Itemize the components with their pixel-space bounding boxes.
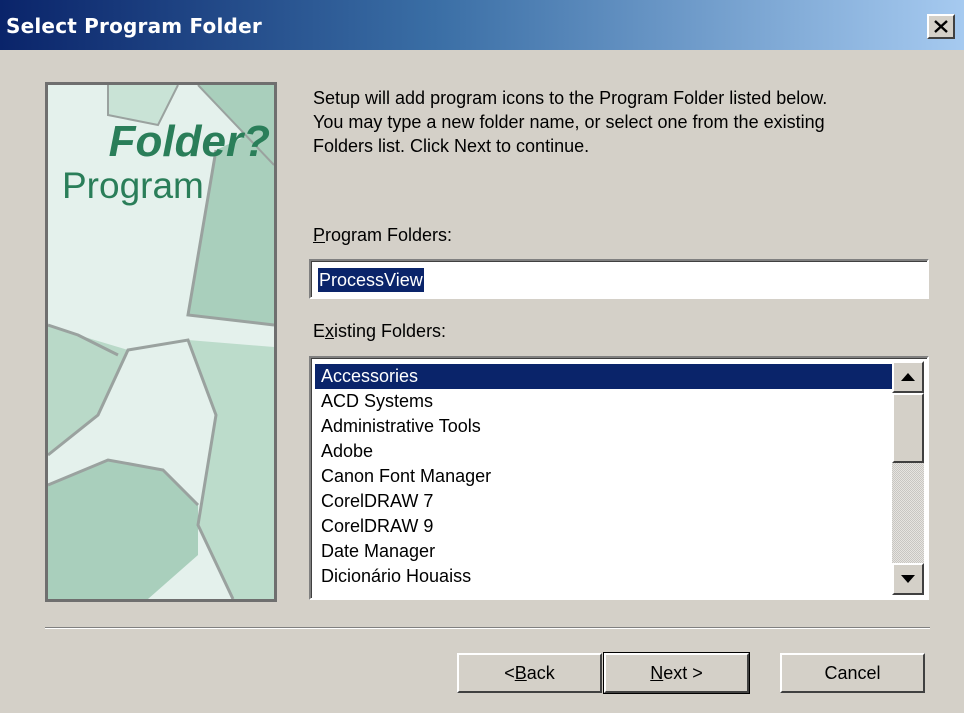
banner-word-program: Program <box>62 165 204 206</box>
setup-dialog: Select Program Folder Folder? Program Se <box>0 0 964 713</box>
list-item-coreldraw-7[interactable]: CorelDRAW 7 <box>315 489 896 514</box>
scroll-down-button[interactable] <box>892 563 924 595</box>
list-item-accessories[interactable]: Accessories <box>315 364 896 389</box>
back-button-prefix: < <box>504 662 515 683</box>
instructions-text: Setup will add program icons to the Prog… <box>313 86 933 158</box>
existing-folders-label-first: E <box>313 321 326 341</box>
list-item-dicionario-houaiss[interactable]: Dicionário Houaiss <box>315 564 896 589</box>
list-item-adobe[interactable]: Adobe <box>315 439 896 464</box>
program-folders-label: Program Folders: <box>313 225 452 246</box>
arrow-down-icon <box>901 575 915 583</box>
existing-folders-label-mnemonic: x <box>325 321 335 341</box>
back-button-label: ack <box>526 662 555 683</box>
instructions-line: Folders list. Click Next to continue. <box>313 136 590 156</box>
instructions-line: Setup will add program icons to the Prog… <box>313 88 828 108</box>
folder-list-items: Accessories ACD Systems Administrative T… <box>315 364 896 589</box>
banner-word-folder: Folder? <box>108 117 270 166</box>
title-bar[interactable]: Select Program Folder <box>0 0 964 50</box>
next-button-mnemonic: N <box>650 662 664 683</box>
list-item-canon-font-manager[interactable]: Canon Font Manager <box>315 464 896 489</box>
program-folders-label-mnemonic: P <box>313 225 326 245</box>
instructions-line: You may type a new folder name, or selec… <box>313 112 825 132</box>
close-icon <box>934 20 948 33</box>
arrow-up-icon <box>901 373 915 381</box>
cancel-button[interactable]: Cancel <box>780 653 925 693</box>
list-item-acd-systems[interactable]: ACD Systems <box>315 389 896 414</box>
list-item-coreldraw-9[interactable]: CorelDRAW 9 <box>315 514 896 539</box>
divider <box>45 627 930 629</box>
scrollbar-thumb[interactable] <box>892 393 924 463</box>
back-button-mnemonic: B <box>514 662 527 683</box>
back-button[interactable]: < Back <box>457 653 602 693</box>
next-button[interactable]: Next > <box>603 652 750 694</box>
list-scrollbar[interactable] <box>892 361 924 595</box>
next-button-label: ext > <box>663 662 703 683</box>
list-item-date-manager[interactable]: Date Manager <box>315 539 896 564</box>
program-folders-label-text: rogram Folders: <box>325 225 453 245</box>
existing-folders-label: Existing Folders: <box>313 321 446 342</box>
list-item-administrative-tools[interactable]: Administrative Tools <box>315 414 896 439</box>
setup-banner-image: Folder? Program <box>45 82 277 602</box>
window-title: Select Program Folder <box>6 14 262 38</box>
scroll-up-button[interactable] <box>892 361 924 393</box>
existing-folders-label-text: isting Folders: <box>334 321 447 341</box>
close-button[interactable] <box>927 14 955 39</box>
program-folder-input[interactable]: ProcessView <box>309 259 929 299</box>
existing-folders-list[interactable]: Accessories ACD Systems Administrative T… <box>309 356 929 600</box>
program-folder-value: ProcessView <box>318 268 424 292</box>
